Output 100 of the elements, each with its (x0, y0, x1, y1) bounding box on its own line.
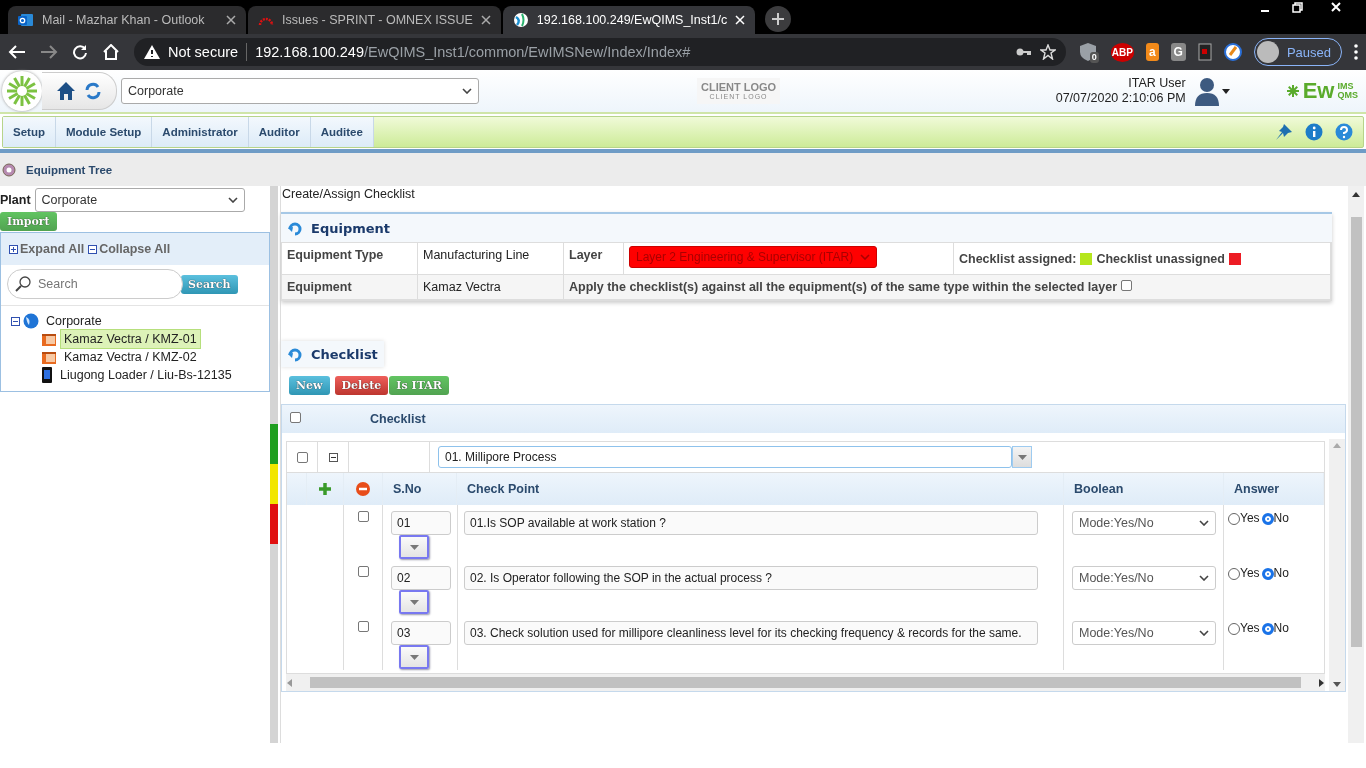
plant-dropdown[interactable]: Corporate (121, 78, 479, 104)
back-icon[interactable] (8, 44, 26, 60)
check-point-field[interactable]: 02. Is Operator following the SOP in the actual process ? (464, 566, 1038, 590)
home-icon[interactable] (102, 44, 120, 60)
check-point-field[interactable]: 01.Is SOP available at work station ? (464, 511, 1038, 535)
radio-label: No (1273, 621, 1289, 635)
reload-icon[interactable] (72, 44, 88, 60)
date-time: 07/07/2020 2:10:06 PM (1055, 91, 1186, 106)
column-header: Check Point (467, 482, 540, 496)
caret-icon (1199, 630, 1209, 636)
boolean-dropdown[interactable]: Mode:Yes/No (1072, 511, 1216, 535)
checkbox[interactable] (357, 511, 369, 522)
radio-button[interactable] (1228, 623, 1240, 635)
info-icon[interactable] (1305, 123, 1323, 141)
scroll-down-icon[interactable] (1333, 682, 1341, 687)
serial-number-field[interactable]: 03 (391, 621, 451, 645)
cabinet-icon (41, 331, 57, 347)
star-icon[interactable] (1039, 44, 1056, 60)
menu-item[interactable]: Administrator (152, 117, 249, 147)
refresh-icon (287, 346, 303, 362)
serial-number-field[interactable]: 01 (391, 511, 451, 535)
caret-icon (860, 254, 870, 260)
pin-icon[interactable] (1275, 123, 1293, 141)
help-icon[interactable] (1335, 123, 1353, 141)
tree-item[interactable]: Kamaz Vectra / KMZ-01 (60, 329, 201, 349)
tree-item[interactable]: Kamaz Vectra / KMZ-02 (60, 347, 201, 367)
radio-button[interactable] (1228, 513, 1240, 525)
caret-icon (409, 654, 419, 660)
radio-button[interactable] (1261, 623, 1274, 635)
key-icon[interactable] (1015, 47, 1032, 57)
checkbox[interactable] (357, 621, 369, 632)
warning-icon (144, 45, 160, 59)
apply-label: Apply the checklist(s) against all the equipment(s) of the same type within the selected layer (569, 280, 1118, 294)
remove-icon[interactable] (356, 482, 370, 496)
dropdown-button[interactable] (399, 535, 429, 559)
star-icon (1285, 84, 1300, 98)
dropdown-button[interactable] (399, 645, 429, 669)
field-value: Kamaz Vectra (418, 275, 564, 300)
menu-item[interactable]: Module Setup (55, 117, 153, 147)
shield-extension[interactable]: 0 (1079, 43, 1099, 61)
add-icon[interactable] (319, 483, 331, 495)
grammar-extension[interactable]: G (1170, 43, 1186, 61)
menu-item[interactable]: Auditor (248, 117, 311, 147)
field-label: Equipment (282, 275, 418, 300)
serial-number-field[interactable]: 02 (391, 566, 451, 590)
url-text: 192.168.100.249/EwQIMS_Inst1/common/EwIMSNew/Index/Index# (255, 44, 691, 60)
caret-icon (409, 599, 419, 605)
checkbox[interactable] (357, 566, 369, 577)
broom-icon[interactable] (1223, 43, 1242, 61)
phone-icon (41, 367, 53, 383)
tree-item[interactable]: Liugong Loader / Liu-Bs-12135 (56, 365, 236, 385)
checkbox[interactable] (296, 451, 308, 463)
refresh-icon (287, 220, 303, 236)
checkbox[interactable] (290, 412, 301, 423)
scrollbar-thumb[interactable] (1350, 217, 1362, 647)
boolean-dropdown[interactable]: Mode:Yes/No (1072, 621, 1216, 645)
radio-button[interactable] (1261, 568, 1274, 580)
menu-item[interactable]: Auditee (310, 117, 374, 147)
checklist-dropdown[interactable]: 01. Millipore Process (438, 446, 1012, 468)
refresh-icon[interactable] (84, 82, 102, 100)
caret-icon (1199, 520, 1209, 526)
document-icon[interactable] (1197, 43, 1212, 61)
adblock-extension[interactable]: ABP (1110, 42, 1134, 62)
breadcrumb-item[interactable]: Equipment Tree (26, 163, 113, 176)
collapse-all-link[interactable]: Collapse All (88, 242, 171, 256)
scroll-left-icon[interactable] (286, 678, 294, 687)
collapse-icon[interactable] (11, 316, 20, 326)
address-bar[interactable]: Not secure 192.168.100.249/EwQIMS_Inst1/common/EwIMSNew/Index/Index# (134, 38, 1066, 66)
scroll-up-icon[interactable] (1352, 192, 1360, 197)
radio-label: Yes (1240, 566, 1260, 580)
expand-all-link[interactable]: Expand All (9, 242, 85, 256)
menu-item[interactable]: Setup (3, 117, 56, 147)
danger-button[interactable]: Delete (334, 376, 389, 395)
avatar-icon (1256, 41, 1279, 63)
browser-tab[interactable]: Issues - SPRINT - OMNEX ISSUE (248, 6, 501, 34)
tree-item[interactable]: Corporate (42, 311, 106, 331)
check-point-field[interactable]: 03. Check solution used for millipore cleanliness level for its checking frequency & records for the same. (464, 621, 1038, 645)
radio-label: Yes (1240, 511, 1260, 525)
collapse-icon[interactable] (328, 452, 338, 462)
menu-icon[interactable] (1354, 44, 1358, 60)
checkbox[interactable] (1121, 280, 1133, 291)
scroll-right-icon[interactable] (1317, 678, 1325, 687)
new-tab-button[interactable] (765, 6, 792, 32)
dropdown-button[interactable] (1012, 446, 1032, 468)
radio-button[interactable] (1228, 568, 1240, 580)
close-icon[interactable] (226, 15, 236, 25)
close-icon[interactable] (480, 15, 491, 25)
dropdown-button[interactable] (399, 590, 429, 614)
column-header: Boolean (1074, 482, 1124, 496)
home-icon[interactable] (56, 81, 76, 101)
caret-icon[interactable] (1221, 88, 1230, 94)
column-header: S.No (393, 482, 422, 496)
plant-dropdown[interactable]: Corporate (34, 188, 245, 212)
radio-button[interactable] (1261, 513, 1274, 525)
browser-tab[interactable]: 192.168.100.249/EwQIMS_Inst1/c (502, 6, 756, 34)
boolean-dropdown[interactable]: Mode:Yes/No (1072, 566, 1216, 590)
forward-icon[interactable] (40, 44, 58, 60)
search-field[interactable]: Search (7, 269, 183, 299)
browser-tab[interactable]: Mail - Mazhar Khan - Outlook (8, 6, 246, 34)
scrollbar-thumb[interactable] (310, 677, 1301, 688)
